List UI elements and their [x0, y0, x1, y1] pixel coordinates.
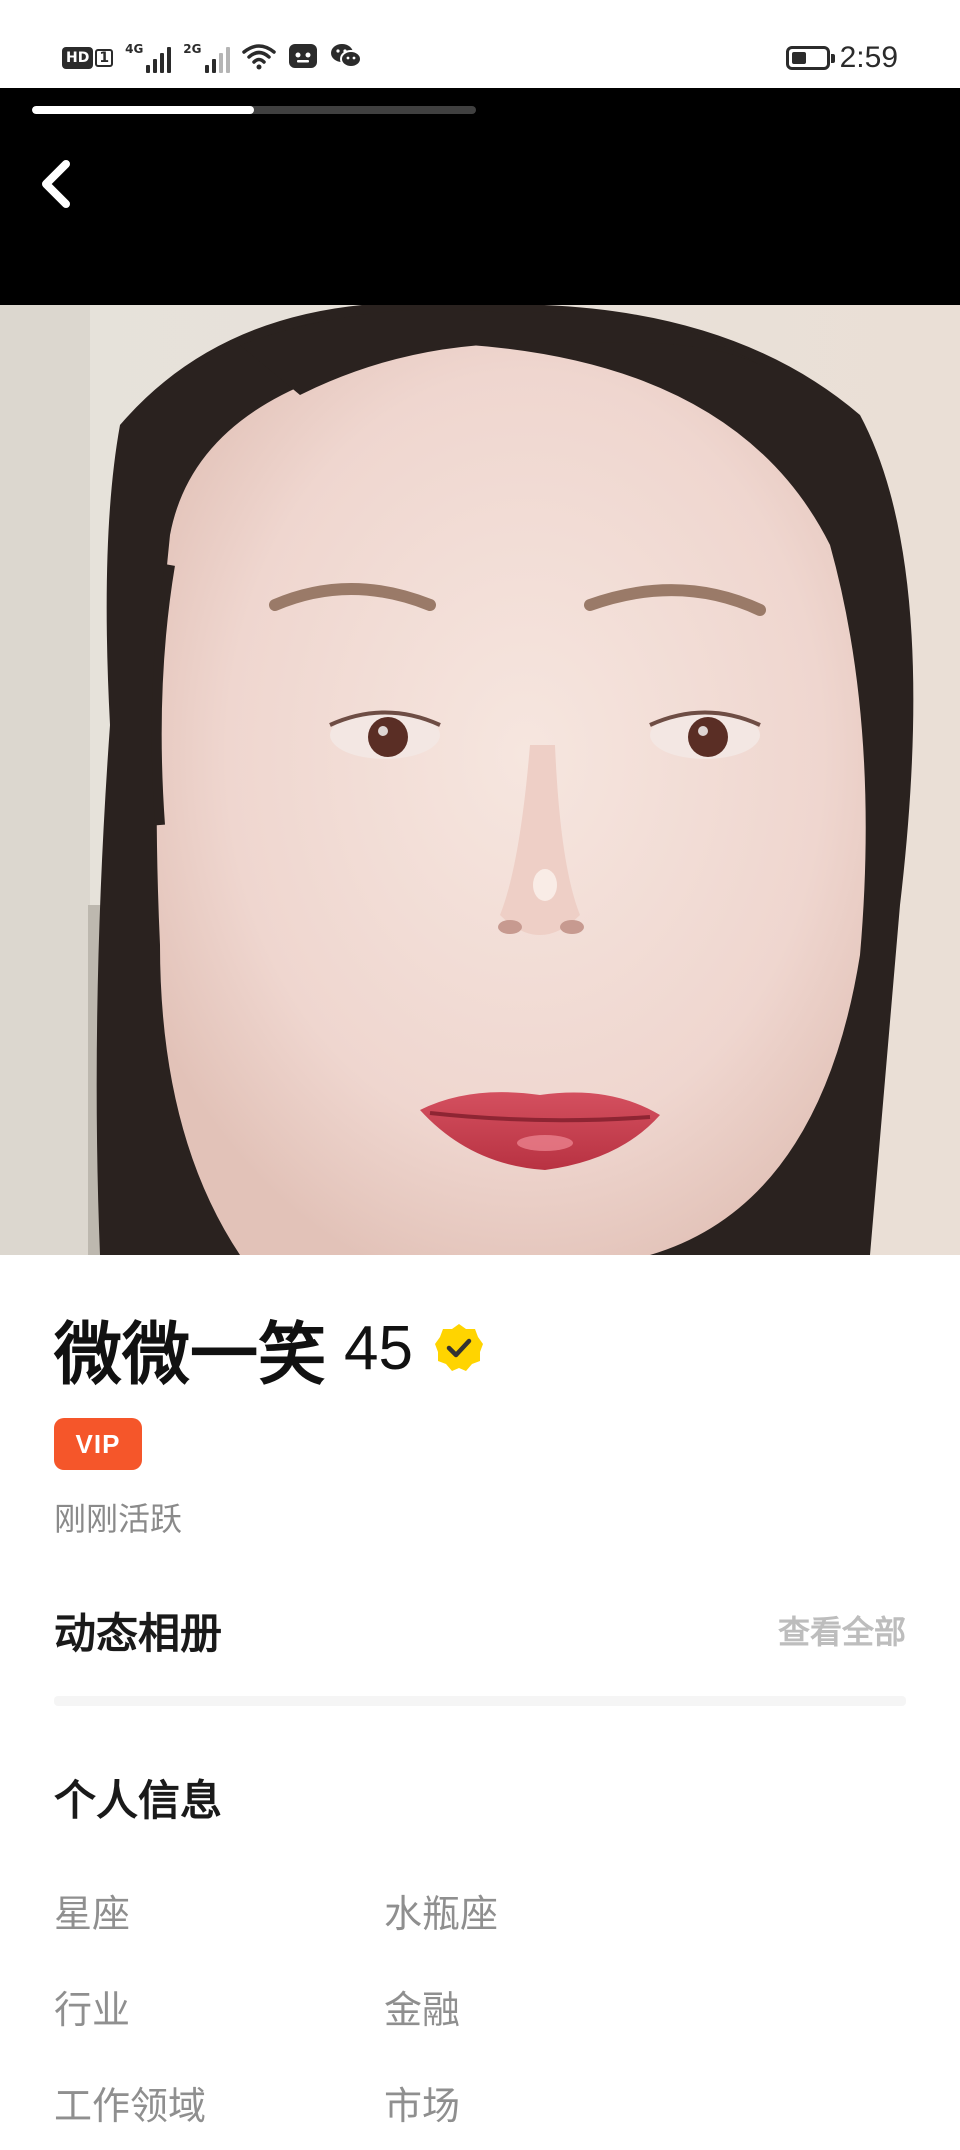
info-key: 星座	[54, 1891, 131, 1936]
personal-info-header: 个人信息	[54, 1765, 222, 1829]
status-time: 2:59	[839, 41, 898, 74]
hd-voice-icon: HD 1	[62, 47, 114, 69]
profile-photo[interactable]	[0, 305, 960, 1255]
album-section-header: 动态相册 查看全部	[54, 1595, 906, 1665]
signal-4g-icon: 4G	[125, 42, 172, 73]
verified-check-icon	[433, 1322, 485, 1374]
section-divider	[54, 1696, 906, 1706]
wechat-icon	[330, 42, 362, 74]
profile-name: 微微一笑	[54, 1315, 327, 1395]
status-bar: HD 1 4G 2G 2:59	[0, 0, 960, 88]
info-key: 工作领域	[54, 2083, 207, 2128]
name-row: 微微一笑 45	[54, 1300, 906, 1396]
battery-level-fill	[791, 52, 806, 64]
photo-viewer-header	[0, 88, 960, 305]
personal-info-title: 个人信息	[54, 1775, 223, 1825]
info-row-work-field: 工作领域 市场	[54, 2054, 906, 2150]
network-type-4g: 4G	[125, 42, 144, 56]
wifi-icon	[241, 42, 276, 74]
info-row-industry: 行业 金融	[54, 1958, 906, 2054]
status-left-indicators: HD 1 4G 2G	[62, 40, 362, 76]
profile-age: 45	[344, 1313, 413, 1383]
info-value: 市场	[384, 2083, 461, 2128]
photo-progress-indicator	[32, 106, 476, 114]
personal-info-list: 星座 水瓶座 行业 金融 工作领域 市场	[54, 1862, 906, 2150]
activity-status: 刚刚活跃	[54, 1500, 183, 1538]
status-right-indicators: 2:59	[785, 40, 898, 76]
app-notification-icon	[288, 42, 318, 74]
signal-2g-icon: 2G	[183, 42, 230, 73]
sim-label: 1	[95, 49, 114, 67]
info-row-constellation: 星座 水瓶座	[54, 1862, 906, 1958]
battery-icon	[785, 46, 835, 70]
network-type-2g: 2G	[183, 42, 202, 56]
chevron-left-icon	[42, 160, 70, 208]
info-value: 金融	[384, 1987, 461, 2032]
profile-summary: 微微一笑 45 VIP 刚刚活跃	[54, 1300, 906, 1540]
vip-badge: VIP	[54, 1418, 142, 1470]
photo-progress-fill	[32, 106, 254, 114]
info-value: 水瓶座	[384, 1891, 499, 1936]
album-title: 动态相册	[54, 1608, 223, 1658]
hd-label: HD	[62, 47, 94, 69]
back-button[interactable]	[26, 154, 86, 214]
view-all-link[interactable]: 查看全部	[778, 1607, 906, 1653]
info-key: 行业	[54, 1987, 131, 2032]
